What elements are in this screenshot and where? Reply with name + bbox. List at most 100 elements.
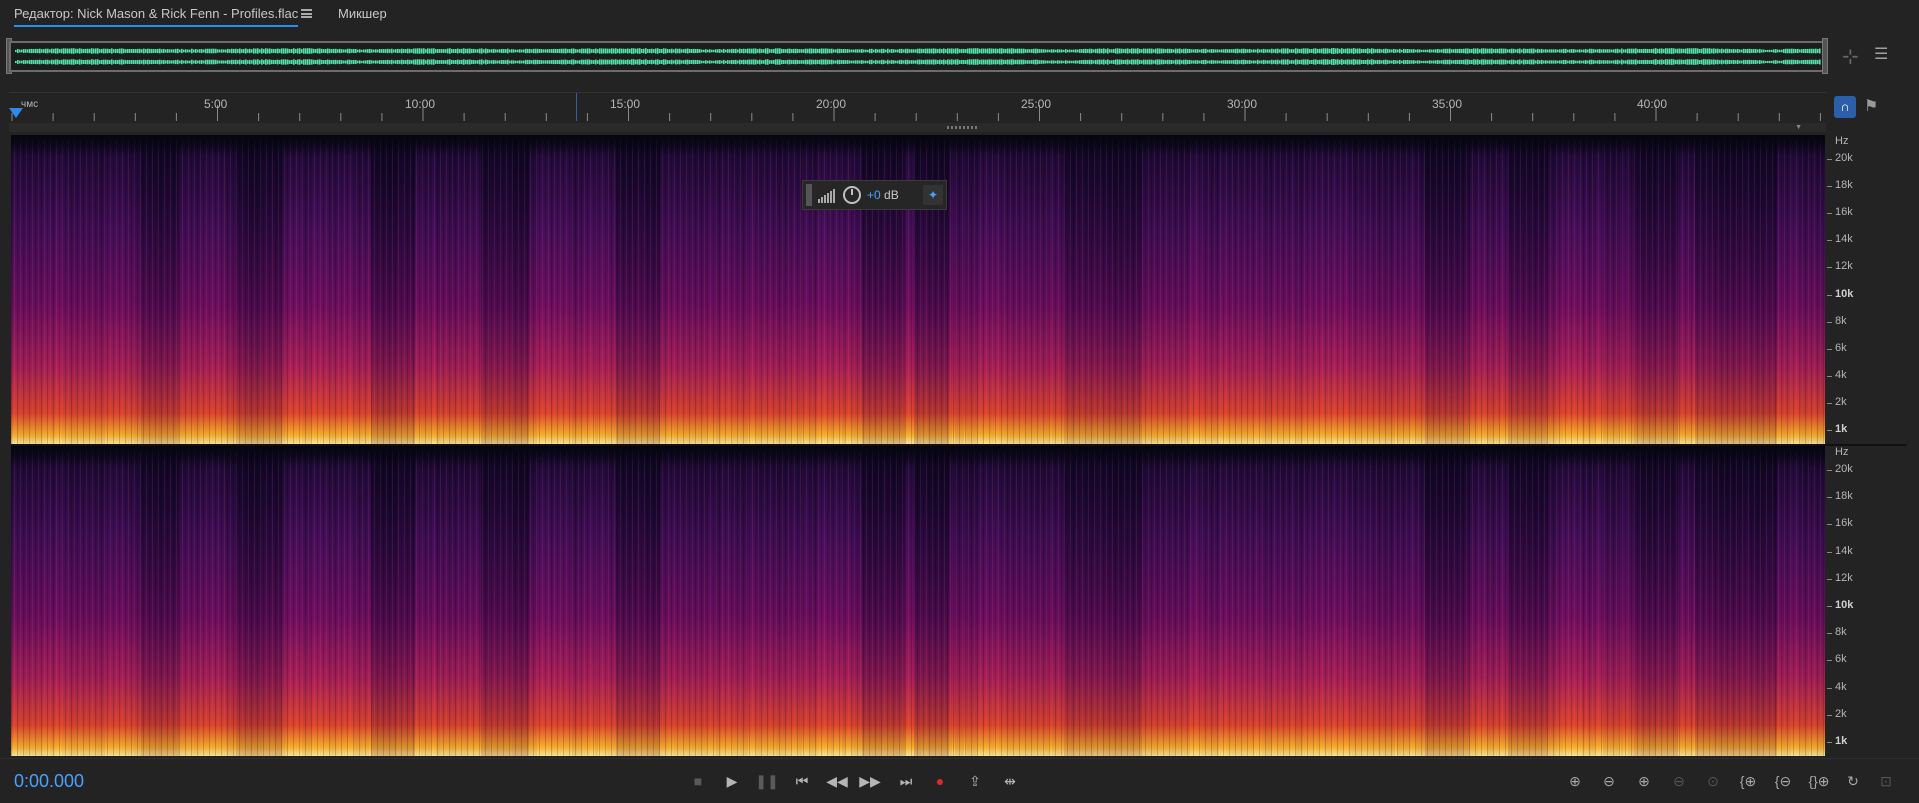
zoom-in-amplitude-button[interactable]: ⊕ [1562,769,1588,793]
playhead-indicator[interactable] [9,108,23,118]
waveform-sample [1809,48,1811,54]
play-button[interactable]: ▶ [720,769,744,793]
waveform-sample [1763,49,1765,53]
zoom-navigator-icon[interactable]: ⊹ [1842,44,1859,69]
waveform-sample [437,49,439,53]
waveform-sample [859,60,861,64]
waveform-sample [117,48,119,54]
waveform-sample [237,60,239,64]
waveform-sample [623,48,625,54]
loop-button[interactable]: ⇪ [963,769,987,793]
waveform-sample [1081,60,1083,64]
waveform-sample [1551,49,1553,53]
waveform-sample [1509,60,1511,64]
waveform-sample [1333,59,1335,65]
snap-icon[interactable]: ∩ [1834,96,1856,118]
current-time[interactable]: 0:00.000 [14,771,84,792]
waveform-sample [571,59,573,65]
zoom-full-button[interactable]: ⊙ [1700,769,1726,793]
hud-grip[interactable] [806,184,812,206]
waveform-sample [345,49,347,53]
waveform-sample [259,49,261,53]
overview-right-handle[interactable] [1822,38,1828,74]
tab-editor[interactable]: Редактор: Nick Mason & Rick Fenn - Profi… [14,6,299,27]
waveform-sample [1575,60,1577,64]
waveform-sample [1051,49,1053,53]
stop-button[interactable]: ■ [686,769,710,793]
waveform-sample [883,59,885,65]
waveform-sample [129,49,131,53]
overview-waveform[interactable] [9,41,1826,72]
waveform-sample [1673,59,1675,65]
waveform-sample [1191,60,1193,64]
marker-pin-icon[interactable]: ⚑ [1864,96,1878,116]
waveform-sample [745,49,747,53]
time-ruler[interactable]: чмс 5:00 10:00 15:00 20:00 25:00 30:00 3… [9,92,1826,123]
waveform-sample [449,48,451,54]
skip-selection-button[interactable]: ⇹ [998,769,1022,793]
zoom-out-amplitude-button[interactable]: ⊖ [1596,769,1622,793]
skip-forward-button[interactable]: ⏭ [894,769,918,793]
waveform-sample [855,60,857,64]
zoom-in-time-button[interactable]: ⊕ [1631,769,1657,793]
waveform-sample [1547,60,1549,64]
waveform-sample [139,48,141,54]
spectrogram-channel-right[interactable] [11,446,1825,756]
zoom-out-full-button[interactable]: {⊖ [1770,769,1796,793]
waveform-sample [1089,59,1091,65]
waveform-sample [1609,60,1611,64]
zoom-in-selection-button[interactable]: {⊕ [1735,769,1761,793]
record-button[interactable]: ● [928,769,952,793]
frequency-label: 8k [1835,626,1847,639]
gain-readout[interactable]: +0 dB [867,188,899,202]
waveform-sample [829,48,831,54]
list-view-icon[interactable]: ☰ [1874,44,1888,64]
waveform-sample [1259,60,1261,64]
tab-mixer[interactable]: Микшер [338,6,387,21]
pause-button[interactable]: ❚❚ [755,769,779,793]
waveform-sample [1127,48,1129,54]
zoom-reset-button[interactable]: ↻ [1840,769,1866,793]
waveform-sample [1379,59,1381,65]
waveform-sample [1583,60,1585,64]
skip-back-button[interactable]: ⏮ [790,769,814,793]
waveform-sample [639,48,641,54]
waveform-sample [599,48,601,54]
waveform-sample [1055,49,1057,53]
waveform-sample [1407,59,1409,65]
waveform-sample [43,60,45,64]
waveform-sample [1661,59,1663,65]
waveform-sample [641,48,643,54]
zoom-in-left-button[interactable]: {}⊕ [1806,769,1832,793]
waveform-sample [1063,60,1065,64]
waveform-sample [1463,48,1465,54]
gain-hud[interactable]: +0 dB ✦ [802,180,947,210]
waveform-sample [865,60,867,64]
zoom-out-time-button[interactable]: ⊖ [1666,769,1692,793]
pin-hud-icon[interactable]: ✦ [923,185,943,205]
waveform-sample [1369,48,1371,54]
waveform-sample [1207,60,1209,64]
fast-forward-button[interactable]: ▶▶ [858,769,882,793]
waveform-sample [833,49,835,53]
horizontal-scrollbar[interactable]: ▼ [9,123,1826,132]
frequency-label: 2k [1835,707,1847,720]
rewind-button[interactable]: ◀◀ [825,769,849,793]
waveform-sample [451,60,453,64]
waveform-sample [693,59,695,65]
scroll-grip[interactable] [947,126,979,129]
scroll-down-arrow-icon[interactable]: ▼ [1795,124,1802,131]
waveform-sample [895,49,897,53]
waveform-sample [391,48,393,54]
tab-menu-icon[interactable] [301,9,312,18]
waveform-sample [1359,59,1361,65]
gain-knob[interactable] [843,186,861,204]
waveform-sample [1599,48,1601,54]
waveform-sample [411,60,413,64]
zoom-settings-button[interactable]: ⊡ [1873,769,1899,793]
waveform-sample [69,48,71,54]
waveform-sample [549,60,551,64]
waveform-sample [1071,49,1073,53]
waveform-sample [953,59,955,65]
waveform-sample [275,59,277,65]
